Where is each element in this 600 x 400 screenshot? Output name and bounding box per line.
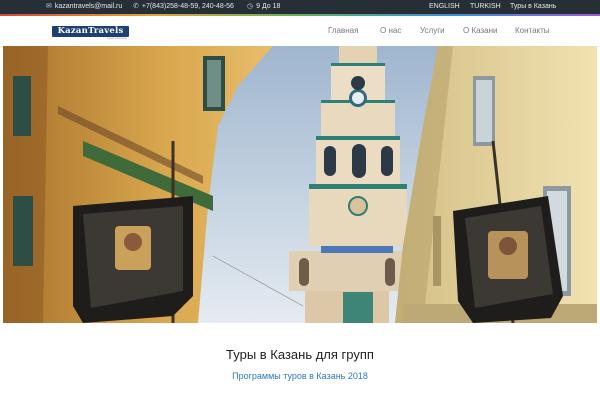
hero-photo bbox=[3, 46, 597, 323]
tour-programs-link[interactable]: Программы туров в Казань 2018 bbox=[0, 371, 600, 382]
nav-item-about[interactable]: О нас bbox=[380, 26, 401, 36]
logo-subtext: туристическое bbox=[106, 36, 127, 40]
contact-phone-text: +7(843)258-48-59, 240-48-56 bbox=[141, 3, 234, 10]
tours-kazan-link[interactable]: Туры в Казань bbox=[510, 2, 556, 12]
lang-english-link[interactable]: ENGLISH bbox=[429, 2, 460, 12]
phone-icon: ✆ bbox=[133, 3, 139, 10]
working-hours-text: 9 До 18 bbox=[256, 3, 281, 10]
site-logo[interactable]: KazanTravels туристическое bbox=[52, 26, 129, 40]
top-info-bar: ✉ kazantravels@mail.ru ✆ +7(843)258-48-59,… bbox=[0, 0, 600, 15]
envelope-icon: ✉ bbox=[46, 3, 52, 10]
lang-turkish-link[interactable]: TURKISH bbox=[470, 2, 501, 12]
nav-item-about-kazan[interactable]: О Казани bbox=[463, 26, 497, 36]
nav-item-home[interactable]: Главная bbox=[328, 26, 358, 36]
contact-phone[interactable]: ✆ +7(843)258-48-59, 240-48-56 bbox=[133, 2, 234, 12]
main-navbar: KazanTravels туристическое Главная О нас… bbox=[0, 16, 600, 47]
working-hours: ◷ 9 До 18 bbox=[247, 2, 280, 12]
nav-item-contacts[interactable]: Контакты bbox=[515, 26, 550, 36]
clock-icon: ◷ bbox=[247, 3, 254, 10]
contact-email-text: kazantravels@mail.ru bbox=[54, 3, 123, 10]
nav-item-services[interactable]: Услуги bbox=[420, 26, 445, 36]
hero-image bbox=[3, 46, 597, 323]
page-heading: Туры в Казань для групп bbox=[226, 347, 374, 362]
contact-email[interactable]: ✉ kazantravels@mail.ru bbox=[46, 2, 122, 12]
